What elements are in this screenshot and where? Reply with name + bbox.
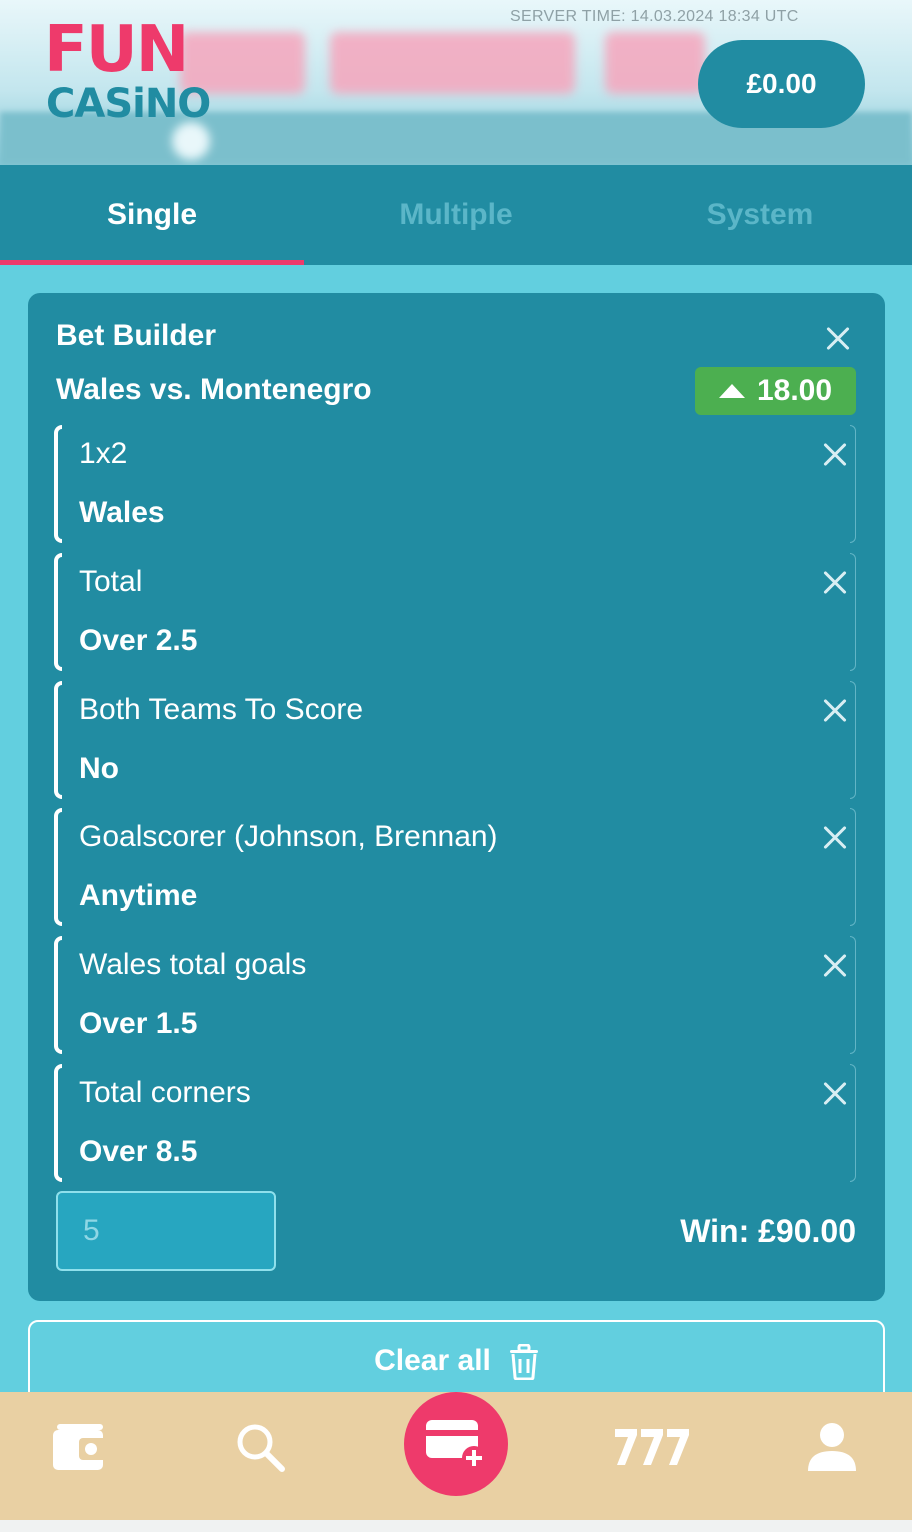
selection-pick: Over 2.5 — [79, 624, 198, 657]
odds-up-arrow-icon — [718, 384, 745, 398]
app-header: FUN CASiNO SERVER TIME: 14.03.2024 18:34… — [0, 0, 912, 165]
selection-pick: Over 8.5 — [79, 1135, 198, 1168]
odds-value: 18.00 — [756, 374, 833, 407]
selection-item: Total corners Over 8.5 — [54, 1064, 856, 1182]
remove-bet-close-icon[interactable] — [825, 326, 851, 352]
selection-market: Goalscorer (Johnson, Brennan) — [79, 820, 498, 853]
trash-icon — [509, 1343, 539, 1388]
remove-selection-close-icon[interactable] — [822, 1081, 848, 1107]
wallet-icon[interactable] — [45, 1412, 115, 1482]
logo-casino-text: CASiNO — [46, 81, 211, 127]
system-bar — [0, 1520, 912, 1532]
blurred-nav-pill — [330, 32, 575, 94]
selection-item: Both Teams To Score No — [54, 681, 856, 799]
selection-pick: Over 1.5 — [79, 1007, 198, 1040]
remove-selection-close-icon[interactable] — [822, 442, 848, 468]
bet-builder-card: Bet Builder Wales vs. Montenegro 18.00 1… — [28, 293, 885, 1301]
selection-market: Total corners — [79, 1076, 251, 1109]
betslip-tabs: Single Multiple System — [0, 165, 912, 265]
fun-casino-logo[interactable]: FUN CASiNO — [44, 13, 211, 130]
selection-pick: Wales — [79, 496, 165, 529]
potential-win: Win: £90.00 — [680, 1213, 856, 1249]
tab-single[interactable]: Single — [0, 165, 304, 265]
logo-fun-text: FUN — [44, 13, 189, 87]
selection-market: 1x2 — [79, 437, 128, 470]
selection-pick: Anytime — [79, 879, 198, 912]
bottom-navigation — [0, 1392, 912, 1520]
balance-button[interactable]: £0.00 — [698, 40, 865, 128]
search-icon[interactable] — [225, 1412, 295, 1482]
remove-selection-close-icon[interactable] — [822, 825, 848, 851]
tab-system[interactable]: System — [608, 165, 912, 265]
clear-all-label: Clear all — [374, 1344, 491, 1377]
selection-market: Both Teams To Score — [79, 693, 364, 726]
remove-selection-close-icon[interactable] — [822, 570, 848, 596]
odds-badge: 18.00 — [695, 367, 856, 415]
betslip-add-icon[interactable] — [404, 1392, 508, 1496]
server-time: SERVER TIME: 14.03.2024 18:34 UTC — [510, 8, 799, 25]
selection-pick: No — [79, 752, 119, 785]
stake-input[interactable] — [56, 1191, 276, 1271]
match-name: Wales vs. Montenegro — [56, 373, 372, 406]
user-icon[interactable] — [797, 1412, 867, 1482]
selection-market: Wales total goals — [79, 948, 307, 981]
selection-market: Total — [79, 565, 143, 598]
bet-builder-title: Bet Builder — [56, 319, 217, 352]
selection-item: Goalscorer (Johnson, Brennan) Anytime — [54, 808, 856, 926]
slots-777-icon[interactable] — [610, 1412, 694, 1482]
selection-item: Total Over 2.5 — [54, 553, 856, 671]
tab-multiple[interactable]: Multiple — [304, 165, 608, 265]
selection-item: 1x2 Wales — [54, 425, 856, 543]
selection-item: Wales total goals Over 1.5 — [54, 936, 856, 1054]
remove-selection-close-icon[interactable] — [822, 698, 848, 724]
blurred-nav-pill — [605, 32, 705, 94]
remove-selection-close-icon[interactable] — [822, 953, 848, 979]
